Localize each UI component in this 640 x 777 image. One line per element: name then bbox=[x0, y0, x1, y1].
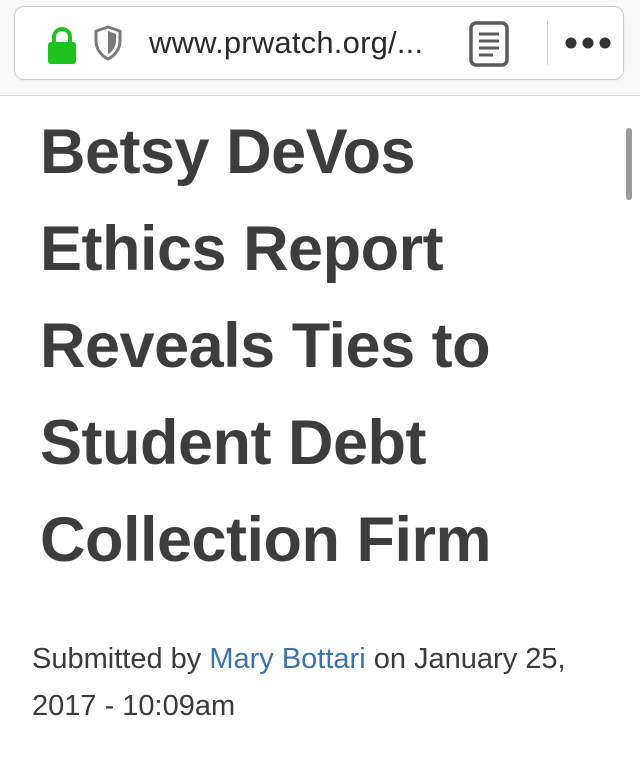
lock-icon[interactable] bbox=[45, 25, 79, 65]
tracking-protection-shield-icon[interactable] bbox=[93, 25, 123, 61]
page-scrollbar[interactable] bbox=[626, 128, 632, 200]
author-link[interactable]: Mary Bottari bbox=[209, 643, 365, 675]
article-title: Betsy DeVos Ethics Report Reveals Ties t… bbox=[40, 117, 492, 575]
url-bar[interactable]: www.prwatch.org/... bbox=[14, 6, 624, 80]
reader-view-icon[interactable] bbox=[468, 20, 510, 68]
browser-toolbar: www.prwatch.org/... bbox=[0, 0, 640, 96]
byline-prefix: Submitted by bbox=[32, 643, 202, 675]
url-text[interactable]: www.prwatch.org/... bbox=[149, 24, 449, 62]
more-options-icon[interactable] bbox=[563, 31, 613, 55]
article-byline: Submitted by Mary Bottari on January 25,… bbox=[32, 636, 602, 730]
byline-date-prefix: on bbox=[373, 643, 406, 675]
toolbar-separator bbox=[547, 21, 548, 65]
